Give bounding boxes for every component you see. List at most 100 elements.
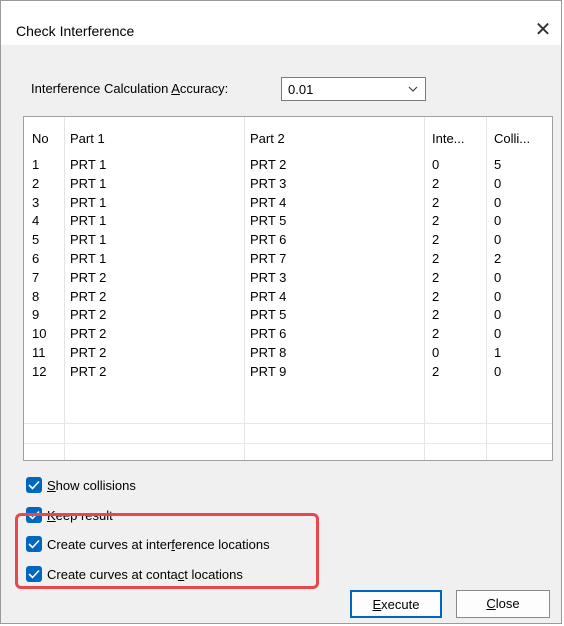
check-interference-dialog: Check Interference ✕ Interference Calcul… [0, 0, 562, 624]
accuracy-value: 0.01 [288, 82, 314, 97]
cell-collision: 2 [494, 251, 502, 266]
table-row[interactable]: 10 PRT 2 PRT 6 2 0 [24, 326, 552, 344]
cell-collision: 0 [494, 326, 502, 342]
cell-part2: PRT 5 [250, 213, 287, 229]
table-row[interactable]: 2 PRT 1 PRT 3 2 0 [24, 176, 552, 194]
cell-interference: 2 [432, 288, 440, 304]
cell-no: 9 [32, 307, 40, 323]
cell-interference: 2 [432, 363, 440, 379]
cell-no: 6 [32, 251, 40, 266]
title-bar: Check Interference ✕ [1, 1, 561, 45]
column-header-part1[interactable]: Part 1 [70, 131, 105, 146]
close-icon[interactable]: ✕ [529, 18, 557, 42]
cell-no: 1 [32, 157, 40, 172]
cell-collision: 0 [494, 213, 502, 229]
cell-interference: 0 [432, 345, 440, 360]
cell-collision: 0 [494, 363, 502, 379]
cell-collision: 5 [494, 157, 502, 172]
cell-no: 4 [32, 213, 40, 229]
accuracy-label: Interference Calculation Accuracy: [31, 81, 228, 96]
cell-no: 10 [32, 326, 47, 342]
cell-part1: PRT 2 [70, 326, 107, 342]
close-button[interactable]: Close [456, 590, 550, 618]
cell-interference: 2 [432, 232, 440, 248]
cell-part1: PRT 2 [70, 363, 107, 379]
column-header-part2[interactable]: Part 2 [250, 131, 285, 146]
cell-collision: 0 [494, 175, 502, 191]
table-row[interactable]: 8 PRT 2 PRT 4 2 0 [24, 289, 552, 307]
cell-part2: PRT 9 [250, 363, 287, 379]
accuracy-label-pre: Interference Calculation [31, 81, 172, 96]
cell-interference: 2 [432, 213, 440, 229]
cell-part1: PRT 2 [70, 288, 107, 304]
table-row[interactable]: 12 PRT 2 PRT 9 2 0 [24, 364, 552, 382]
cell-part2: PRT 4 [250, 194, 287, 210]
cell-part1: PRT 1 [70, 232, 107, 248]
cell-interference: 2 [432, 269, 440, 285]
cell-part2: PRT 3 [250, 175, 287, 191]
cell-part1: PRT 1 [70, 194, 107, 210]
cell-interference: 2 [432, 307, 440, 323]
option-label-post: how collisions [55, 478, 136, 493]
accuracy-select[interactable]: 0.01 [281, 77, 426, 101]
table-row[interactable]: 3 PRT 1 PRT 4 2 0 [24, 195, 552, 213]
chevron-down-icon [408, 86, 418, 92]
cell-no: 8 [32, 288, 40, 304]
cell-part1: PRT 1 [70, 175, 107, 191]
execute-button[interactable]: Execute [350, 590, 442, 618]
cell-no: 11 [32, 345, 46, 360]
cell-part1: PRT 1 [70, 251, 107, 266]
cell-collision: 0 [494, 194, 502, 210]
close-label: lose [495, 596, 520, 611]
cell-no: 2 [32, 175, 40, 191]
cell-collision: 1 [494, 345, 502, 360]
highlight-box [15, 513, 319, 589]
cell-collision: 0 [494, 288, 502, 304]
cell-no: 7 [32, 269, 40, 285]
row-divider [24, 423, 552, 424]
cell-part2: PRT 6 [250, 326, 287, 342]
table-row[interactable]: 1 PRT 1 PRT 2 0 5 [24, 157, 552, 175]
show-collisions-label[interactable]: Show collisions [47, 478, 136, 493]
cell-part2: PRT 4 [250, 288, 287, 304]
cell-interference: 2 [432, 326, 440, 342]
table-row[interactable]: 9 PRT 2 PRT 5 2 0 [24, 307, 552, 325]
cell-collision: 0 [494, 307, 502, 323]
cell-part2: PRT 7 [250, 251, 287, 266]
cell-interference: 2 [432, 175, 440, 191]
accuracy-label-key: A [171, 81, 180, 96]
execute-key: E [372, 597, 382, 612]
cell-part1: PRT 1 [70, 213, 107, 229]
execute-label: xecute [381, 597, 420, 612]
cell-part2: PRT 2 [250, 157, 287, 172]
cell-no: 5 [32, 232, 40, 248]
show-collisions-checkbox[interactable] [26, 477, 42, 493]
cell-collision: 0 [494, 232, 502, 248]
cell-part2: PRT 6 [250, 232, 287, 248]
cell-no: 12 [32, 363, 47, 379]
cell-part1: PRT 1 [70, 157, 107, 172]
cell-part2: PRT 5 [250, 307, 287, 323]
column-header-no[interactable]: No [32, 131, 49, 146]
cell-interference: 0 [432, 157, 440, 172]
row-divider [24, 443, 552, 444]
cell-no: 3 [32, 194, 40, 210]
cell-part2: PRT 8 [250, 345, 287, 360]
cell-part2: PRT 3 [250, 269, 287, 285]
column-header-collision[interactable]: Colli... [494, 131, 530, 146]
table-row[interactable]: 6 PRT 1 PRT 7 2 2 [24, 251, 552, 269]
interference-results-table[interactable]: No Part 1 Part 2 Inte... Colli... 1 PRT 1… [23, 116, 553, 461]
table-row[interactable]: 4 PRT 1 PRT 5 2 0 [24, 213, 552, 231]
cell-interference: 2 [432, 194, 440, 210]
close-key: C [486, 596, 496, 611]
option-label-key: S [47, 478, 56, 493]
table-row[interactable]: 11 PRT 2 PRT 8 0 1 [24, 345, 552, 363]
dialog-title: Check Interference [16, 23, 135, 39]
checkmark-icon [28, 480, 40, 490]
cell-part1: PRT 2 [70, 307, 107, 323]
accuracy-label-post: ccuracy: [179, 81, 229, 96]
cell-interference: 2 [432, 251, 440, 266]
table-row[interactable]: 5 PRT 1 PRT 6 2 0 [24, 232, 552, 250]
table-row[interactable]: 7 PRT 2 PRT 3 2 0 [24, 270, 552, 288]
column-header-interference[interactable]: Inte... [432, 131, 465, 146]
